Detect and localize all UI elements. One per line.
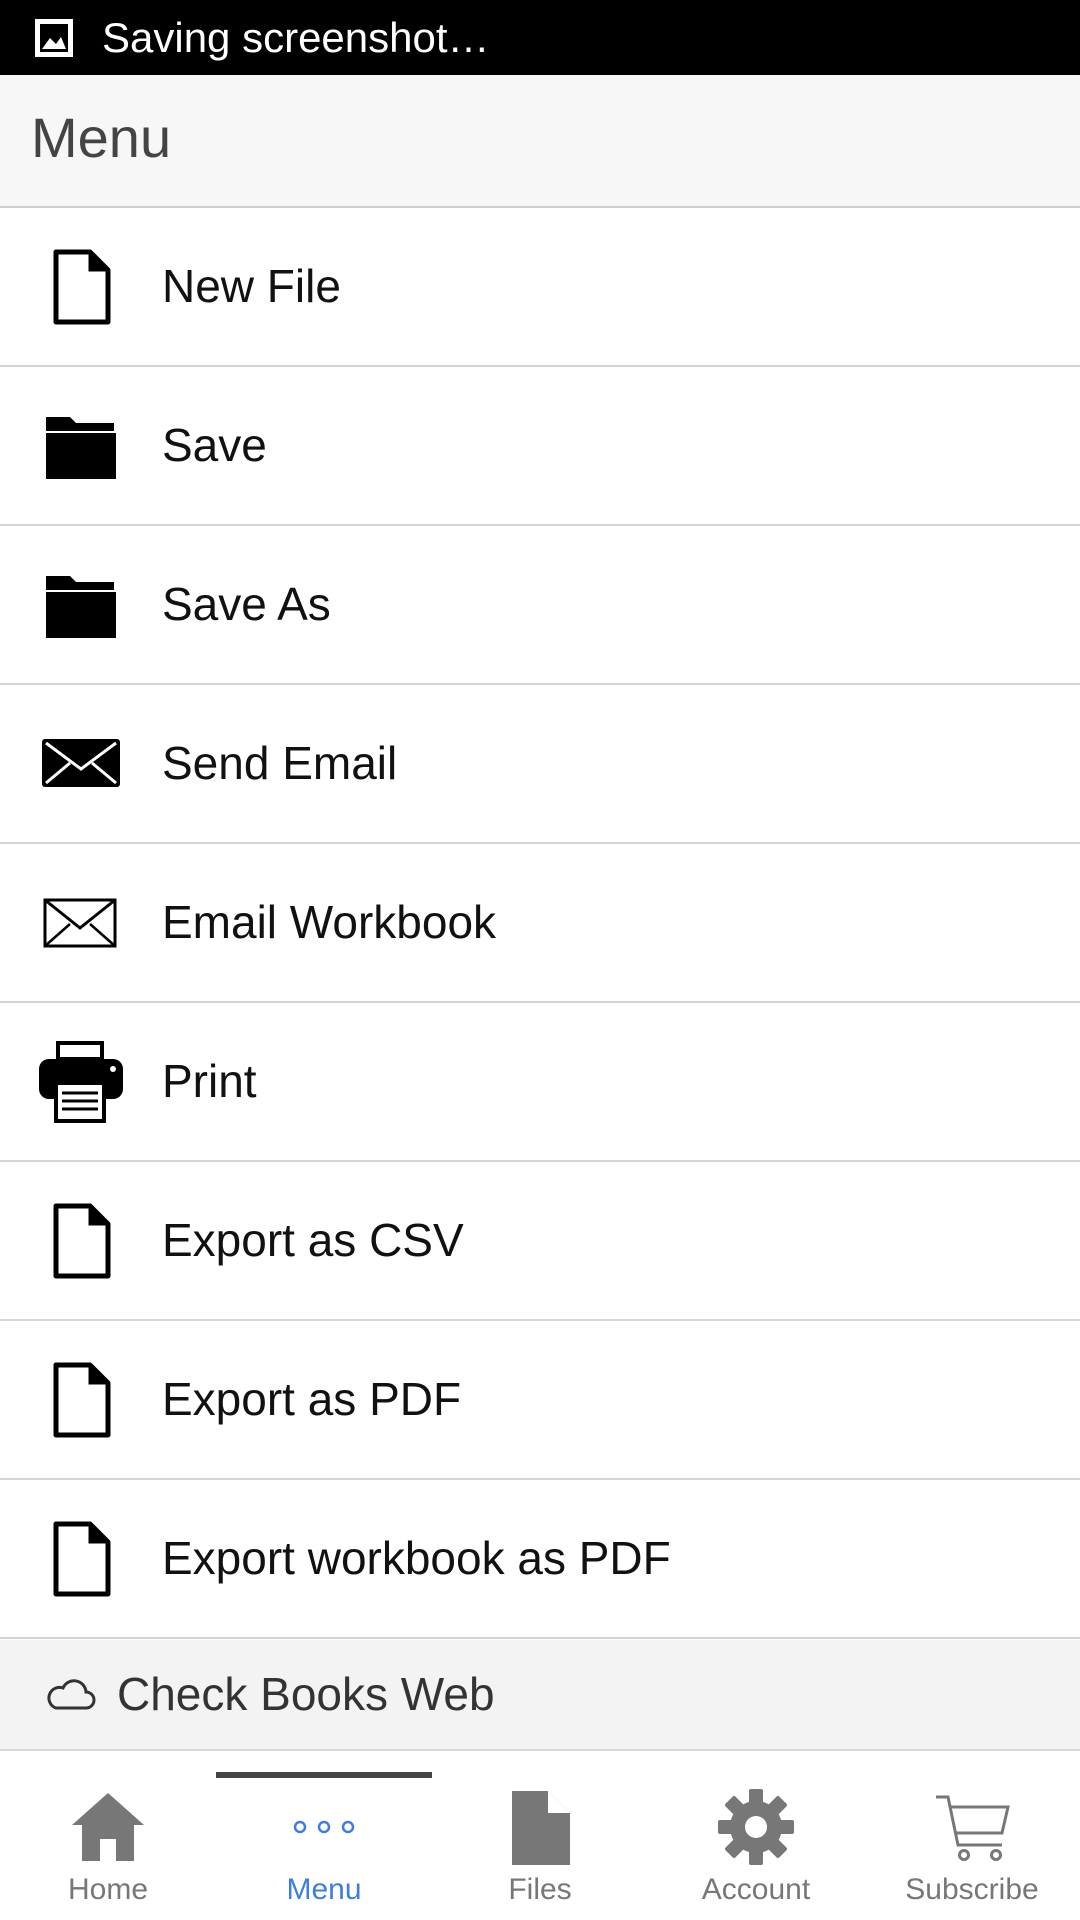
- menu-item-print[interactable]: Print: [0, 1003, 1080, 1162]
- menu-item-export-csv[interactable]: Export as CSV: [0, 1162, 1080, 1321]
- envelope-outline-icon: [43, 898, 117, 948]
- tab-label: Files: [508, 1873, 572, 1906]
- tab-label: Home: [67, 1873, 149, 1906]
- menu-item-label: Send Email: [162, 737, 398, 789]
- tab-subscribe[interactable]: Subscribe: [864, 1751, 1080, 1920]
- tab-files[interactable]: Files: [432, 1751, 648, 1920]
- menu-item-email-workbook[interactable]: Email Workbook: [0, 844, 1080, 1003]
- printer-icon: [39, 1041, 123, 1123]
- folder-icon: [46, 576, 116, 638]
- menu-item-send-email[interactable]: Send Email: [0, 685, 1080, 844]
- tab-account[interactable]: Account: [648, 1751, 864, 1920]
- envelope-filled-icon: [42, 739, 120, 787]
- check-books-web-link[interactable]: Check Books Web: [0, 1640, 1080, 1751]
- image-icon: [35, 19, 73, 57]
- tab-home[interactable]: Home: [0, 1751, 216, 1920]
- menu-item-label: Export as CSV: [162, 1214, 464, 1266]
- status-text: Saving screenshot…: [102, 14, 490, 61]
- file-icon: [512, 1791, 570, 1865]
- menu-item-save[interactable]: Save: [0, 367, 1080, 526]
- tab-menu[interactable]: Menu: [216, 1751, 432, 1920]
- bottom-tab-bar: Home Menu Files Account Subscribe: [0, 1751, 1080, 1920]
- file-icon: [53, 249, 111, 325]
- menu-item-label: Save As: [162, 578, 331, 630]
- file-icon: [53, 1521, 111, 1597]
- menu-item-new-file[interactable]: New File: [0, 208, 1080, 367]
- more-dots-icon: [293, 1820, 355, 1834]
- menu-item-export-pdf[interactable]: Export as PDF: [0, 1321, 1080, 1480]
- page-header: Menu: [0, 75, 1080, 208]
- cart-icon: [936, 1795, 1010, 1861]
- tab-label: Menu: [286, 1873, 362, 1906]
- menu-item-label: Export workbook as PDF: [162, 1532, 671, 1584]
- file-icon: [53, 1203, 111, 1279]
- tab-label: Subscribe: [905, 1873, 1039, 1906]
- menu-item-label: Email Workbook: [162, 896, 497, 948]
- cloud-icon: [47, 1679, 96, 1710]
- page-title: Menu: [31, 106, 172, 169]
- menu-item-label: Save: [162, 419, 267, 471]
- file-icon: [53, 1362, 111, 1438]
- menu-item-label: New File: [162, 260, 341, 312]
- tab-label: Account: [701, 1873, 811, 1906]
- gear-icon: [718, 1789, 794, 1865]
- status-bar: Saving screenshot…: [0, 0, 1080, 75]
- menu-item-save-as[interactable]: Save As: [0, 526, 1080, 685]
- check-books-web-label: Check Books Web: [117, 1668, 495, 1720]
- menu-item-label: Export as PDF: [162, 1373, 462, 1425]
- home-icon: [72, 1793, 144, 1861]
- menu-list: New File Save Save As Send Email Email W…: [0, 208, 1080, 1639]
- folder-icon: [46, 417, 116, 479]
- active-tab-indicator: [216, 1772, 432, 1778]
- menu-item-label: Print: [162, 1055, 257, 1107]
- menu-item-export-workbook-pdf[interactable]: Export workbook as PDF: [0, 1480, 1080, 1639]
